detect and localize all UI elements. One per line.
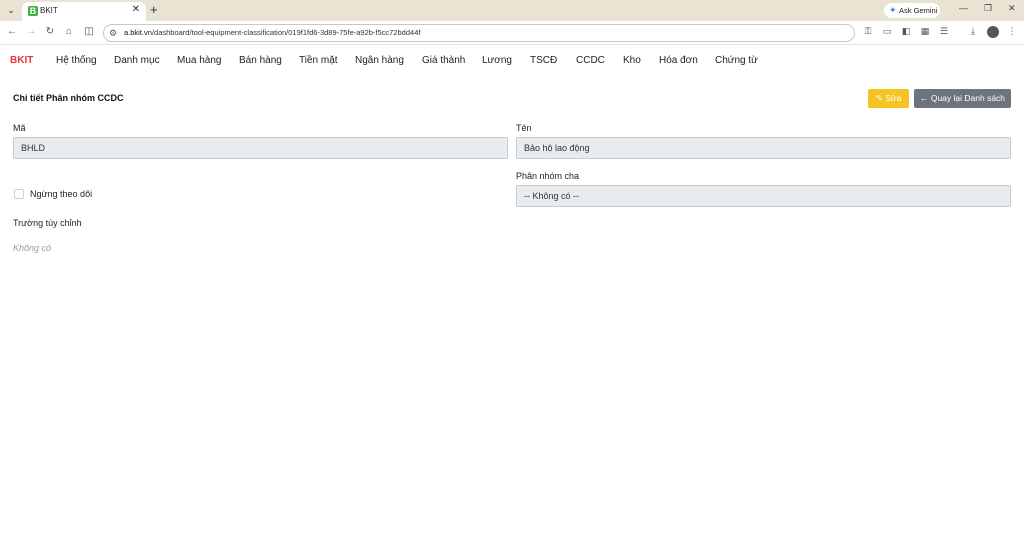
- reload-icon[interactable]: ↻: [44, 26, 56, 37]
- browser-tabstrip: ⌄ B BKIT ✕ + ✦ Ask Gemini — ❐ ✕: [0, 0, 1024, 21]
- brand-logo[interactable]: BKIT: [10, 55, 33, 66]
- nav-item-danh-muc[interactable]: Danh mục: [114, 55, 160, 66]
- name-field[interactable]: Bảo hộ lao động: [516, 137, 1011, 159]
- custom-fields-label: Trường tùy chỉnh: [13, 218, 82, 228]
- address-bar[interactable]: ⚙ a.bkit.vn/dashboard/tool-equipment-cla…: [103, 24, 855, 42]
- nav-item-hoa-don[interactable]: Hóa đơn: [659, 55, 698, 66]
- edit-button-label: Sửa: [885, 93, 902, 103]
- nav-item-luong[interactable]: Lương: [482, 55, 512, 66]
- sidebar-icon[interactable]: ◫: [83, 26, 95, 37]
- back-to-list-button[interactable]: ← Quay lại Danh sách: [914, 89, 1011, 108]
- custom-fields-empty: Không có: [13, 243, 52, 253]
- nav-item-tien-mat[interactable]: Tiền mặt: [299, 55, 338, 66]
- nav-item-ngan-hang[interactable]: Ngân hàng: [355, 55, 404, 66]
- site-info-icon[interactable]: ⚙: [109, 28, 117, 39]
- inactive-checkbox[interactable]: [14, 189, 24, 199]
- profile-icon[interactable]: [987, 26, 999, 38]
- new-tab-icon[interactable]: +: [150, 2, 158, 17]
- edit-button[interactable]: ✎ Sửa: [868, 89, 909, 108]
- home-icon[interactable]: ⌂: [63, 26, 75, 37]
- nav-item-ccdc[interactable]: CCDC: [576, 55, 605, 66]
- browser-tab[interactable]: B BKIT ✕: [22, 2, 146, 21]
- nav-item-mua-hang[interactable]: Mua hàng: [177, 55, 221, 66]
- parent-group-select[interactable]: -- Không có --: [516, 185, 1011, 207]
- app-navbar: BKIT Hệ thống Danh mục Mua hàng Bán hàng…: [0, 46, 1024, 76]
- page-title: Chi tiết Phân nhóm CCDC: [13, 93, 124, 103]
- pencil-icon: ✎: [875, 93, 883, 103]
- back-button-label: Quay lại Danh sách: [930, 93, 1006, 103]
- window-close-icon[interactable]: ✕: [1008, 3, 1016, 14]
- gemini-icon: ✦: [889, 5, 897, 15]
- close-icon[interactable]: ✕: [132, 4, 140, 15]
- ask-gemini-button[interactable]: ✦ Ask Gemini: [884, 3, 940, 18]
- nav-item-chung-tu[interactable]: Chứng từ: [715, 55, 758, 66]
- inactive-label: Ngừng theo dõi: [30, 189, 93, 199]
- forward-icon[interactable]: →: [25, 26, 37, 37]
- extensions-icon[interactable]: ▦: [919, 26, 931, 37]
- menu-icon[interactable]: ⋮: [1006, 26, 1018, 37]
- minimize-icon[interactable]: —: [959, 3, 968, 13]
- code-label: Mã: [13, 123, 26, 133]
- password-key-icon[interactable]: ⚿: [862, 26, 874, 37]
- card-icon[interactable]: ▭: [881, 26, 893, 37]
- ask-gemini-label: Ask Gemini: [899, 6, 938, 15]
- download-icon[interactable]: ⤓: [967, 26, 979, 37]
- back-icon[interactable]: ←: [6, 26, 18, 37]
- name-label: Tên: [516, 123, 532, 133]
- tab-title: BKIT: [40, 6, 58, 15]
- nav-item-he-thong[interactable]: Hệ thống: [56, 55, 97, 66]
- favicon-icon: B: [28, 6, 38, 16]
- split-view-icon[interactable]: ◧: [900, 26, 912, 37]
- url-text: a.bkit.vn/dashboard/tool-equipment-class…: [124, 28, 421, 37]
- nav-item-gia-thanh[interactable]: Giá thành: [422, 55, 465, 66]
- nav-item-tscd[interactable]: TSCĐ: [530, 55, 557, 66]
- code-field[interactable]: BHLD: [13, 137, 508, 159]
- nav-item-kho[interactable]: Kho: [623, 55, 641, 66]
- browser-toolbar: ← → ↻ ⌂ ◫ ⚙ a.bkit.vn/dashboard/tool-equ…: [0, 21, 1024, 45]
- restore-icon[interactable]: ❐: [984, 3, 992, 14]
- bookmarks-icon[interactable]: ☰: [938, 26, 950, 37]
- arrow-left-icon: ←: [919, 93, 929, 103]
- tab-list-icon[interactable]: ⌄: [4, 4, 18, 17]
- nav-item-ban-hang[interactable]: Bán hàng: [239, 55, 282, 66]
- parent-group-label: Phân nhóm cha: [516, 171, 580, 181]
